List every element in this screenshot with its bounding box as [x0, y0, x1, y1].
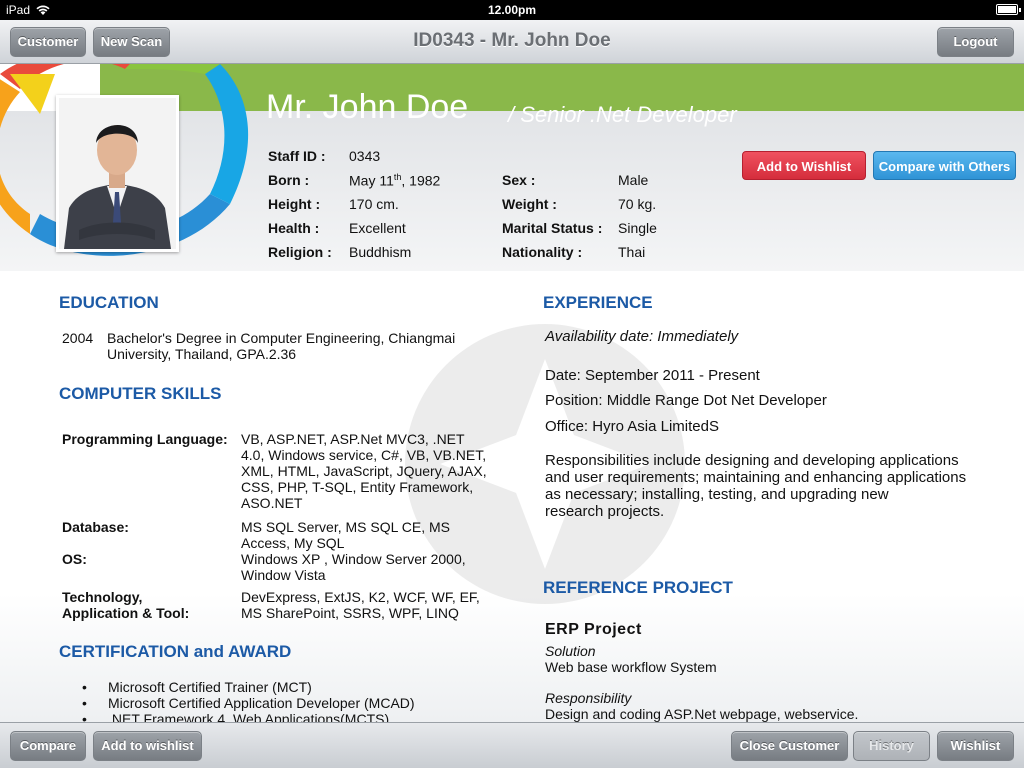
battery-icon: [996, 4, 1021, 15]
sex-value: Male: [618, 172, 649, 188]
certification-item: Microsoft Certified Trainer (MCT): [82, 679, 312, 695]
responsibility-value: Design and coding ASP.Net webpage, webse…: [545, 706, 859, 722]
technology-line-2: MS SharePoint, SSRS, WPF, LINQ: [241, 605, 459, 621]
experience-date: Date: September 2011 - Present: [545, 367, 760, 384]
responsibility-label: Responsibility: [545, 690, 632, 706]
history-button[interactable]: History: [853, 731, 930, 761]
certification-item: .NET Framework 4, Web Applications(MCTS): [82, 711, 389, 722]
programming-language-line-1: VB, ASP.NET, ASP.Net MVC3, .NET: [241, 431, 465, 447]
nationality-label: Nationality :: [502, 244, 583, 260]
status-time: 12.00pm: [487, 3, 537, 17]
height-value: 170 cm.: [349, 196, 399, 212]
programming-language-label: Programming Language:: [62, 431, 228, 447]
reference-project-heading: REFERENCE PROJECT: [543, 578, 733, 597]
certification-item: Microsoft Certified Application Develope…: [82, 695, 415, 711]
bottom-toolbar: Compare Add to wishlist Close Customer H…: [0, 722, 1024, 768]
experience-heading: EXPERIENCE: [543, 293, 653, 312]
status-bar: iPad 12.00pm: [0, 0, 1024, 20]
database-label: Database:: [62, 519, 129, 535]
candidate-name: Mr. John Doe: [266, 88, 469, 126]
solution-value: Web base workflow System: [545, 659, 717, 675]
religion-value: Buddhism: [349, 244, 412, 260]
technology-label-1: Technology,: [62, 589, 143, 605]
responsibilities-line-3: as necessary; installing, testing, and u…: [545, 486, 889, 503]
sex-label: Sex :: [502, 172, 536, 188]
add-to-wishlist-bottom-button[interactable]: Add to wishlist: [93, 731, 202, 761]
profile-photo: [56, 95, 179, 252]
nationality-value: Thai: [618, 244, 646, 260]
staff-id-value: 0343: [349, 148, 381, 164]
staff-id-label: Staff ID :: [268, 148, 326, 164]
responsibilities-line-4: research projects.: [545, 503, 665, 520]
top-toolbar: Customer New Scan ID0343 - Mr. John Doe …: [0, 20, 1024, 64]
responsibilities-line-2: and user requirements; maintaining and e…: [545, 469, 967, 486]
certification-heading: CERTIFICATION and AWARD: [59, 642, 292, 661]
computer-skills-heading: COMPUTER SKILLS: [59, 384, 222, 403]
experience-office: Office: Hyro Asia LimitedS: [545, 418, 719, 435]
born-label: Born :: [268, 172, 310, 188]
education-line-2: University, Thailand, GPA.2.36: [107, 346, 297, 362]
candidate-position: / Senior .Net Developer: [508, 102, 737, 127]
close-customer-button[interactable]: Close Customer: [731, 731, 848, 761]
solution-label: Solution: [545, 643, 596, 659]
compare-button[interactable]: Compare: [10, 731, 86, 761]
marital-status-value: Single: [618, 220, 657, 236]
religion-label: Religion :: [268, 244, 332, 260]
os-label: OS:: [62, 551, 87, 567]
availability-date: Availability date: Immediately: [545, 328, 739, 345]
weight-value: 70 kg.: [618, 196, 657, 212]
technology-label-2: Application & Tool:: [62, 605, 190, 621]
os-line-1: Windows XP , Window Server 2000,: [241, 551, 466, 567]
height-label: Height :: [268, 196, 321, 212]
education-heading: EDUCATION: [59, 293, 159, 312]
add-to-wishlist-button[interactable]: Add to Wishlist: [742, 151, 866, 180]
technology-line-1: DevExpress, ExtJS, K2, WCF, WF, EF,: [241, 589, 480, 605]
weight-label: Weight :: [502, 196, 557, 212]
responsibilities-line-1: Responsibilities include designing and d…: [545, 452, 959, 469]
experience-position: Position: Middle Range Dot Net Developer: [545, 392, 827, 409]
compare-with-others-button[interactable]: Compare with Others: [873, 151, 1016, 180]
programming-language-line-2: 4.0, Windows service, C#, VB, VB.NET,: [241, 447, 487, 463]
programming-language-line-5: ASO.NET: [241, 495, 303, 511]
programming-language-line-3: XML, HTML, JavaScript, JQuery, AJAX,: [241, 463, 487, 479]
education-year: 2004: [62, 330, 94, 346]
page-title: ID0343 - Mr. John Doe: [413, 30, 611, 51]
marital-status-label: Marital Status :: [502, 220, 603, 236]
health-value: Excellent: [349, 220, 406, 236]
database-line-1: MS SQL Server, MS SQL CE, MS: [241, 519, 451, 535]
wishlist-button[interactable]: Wishlist: [937, 731, 1014, 761]
born-value: May 11th, 1982: [349, 172, 441, 189]
project-name: ERP Project: [545, 621, 642, 638]
logout-button[interactable]: Logout: [937, 27, 1014, 57]
database-line-2: Access, My SQL: [241, 535, 345, 551]
education-line-1: Bachelor's Degree in Computer Engineerin…: [107, 330, 456, 346]
profile-content[interactable]: Mr. John Doe / Senior .Net Developer Sta…: [0, 64, 1024, 722]
os-line-2: Window Vista: [241, 567, 326, 583]
health-label: Health :: [268, 220, 320, 236]
programming-language-line-4: CSS, PHP, T-SQL, Entity Framework,: [241, 479, 474, 495]
